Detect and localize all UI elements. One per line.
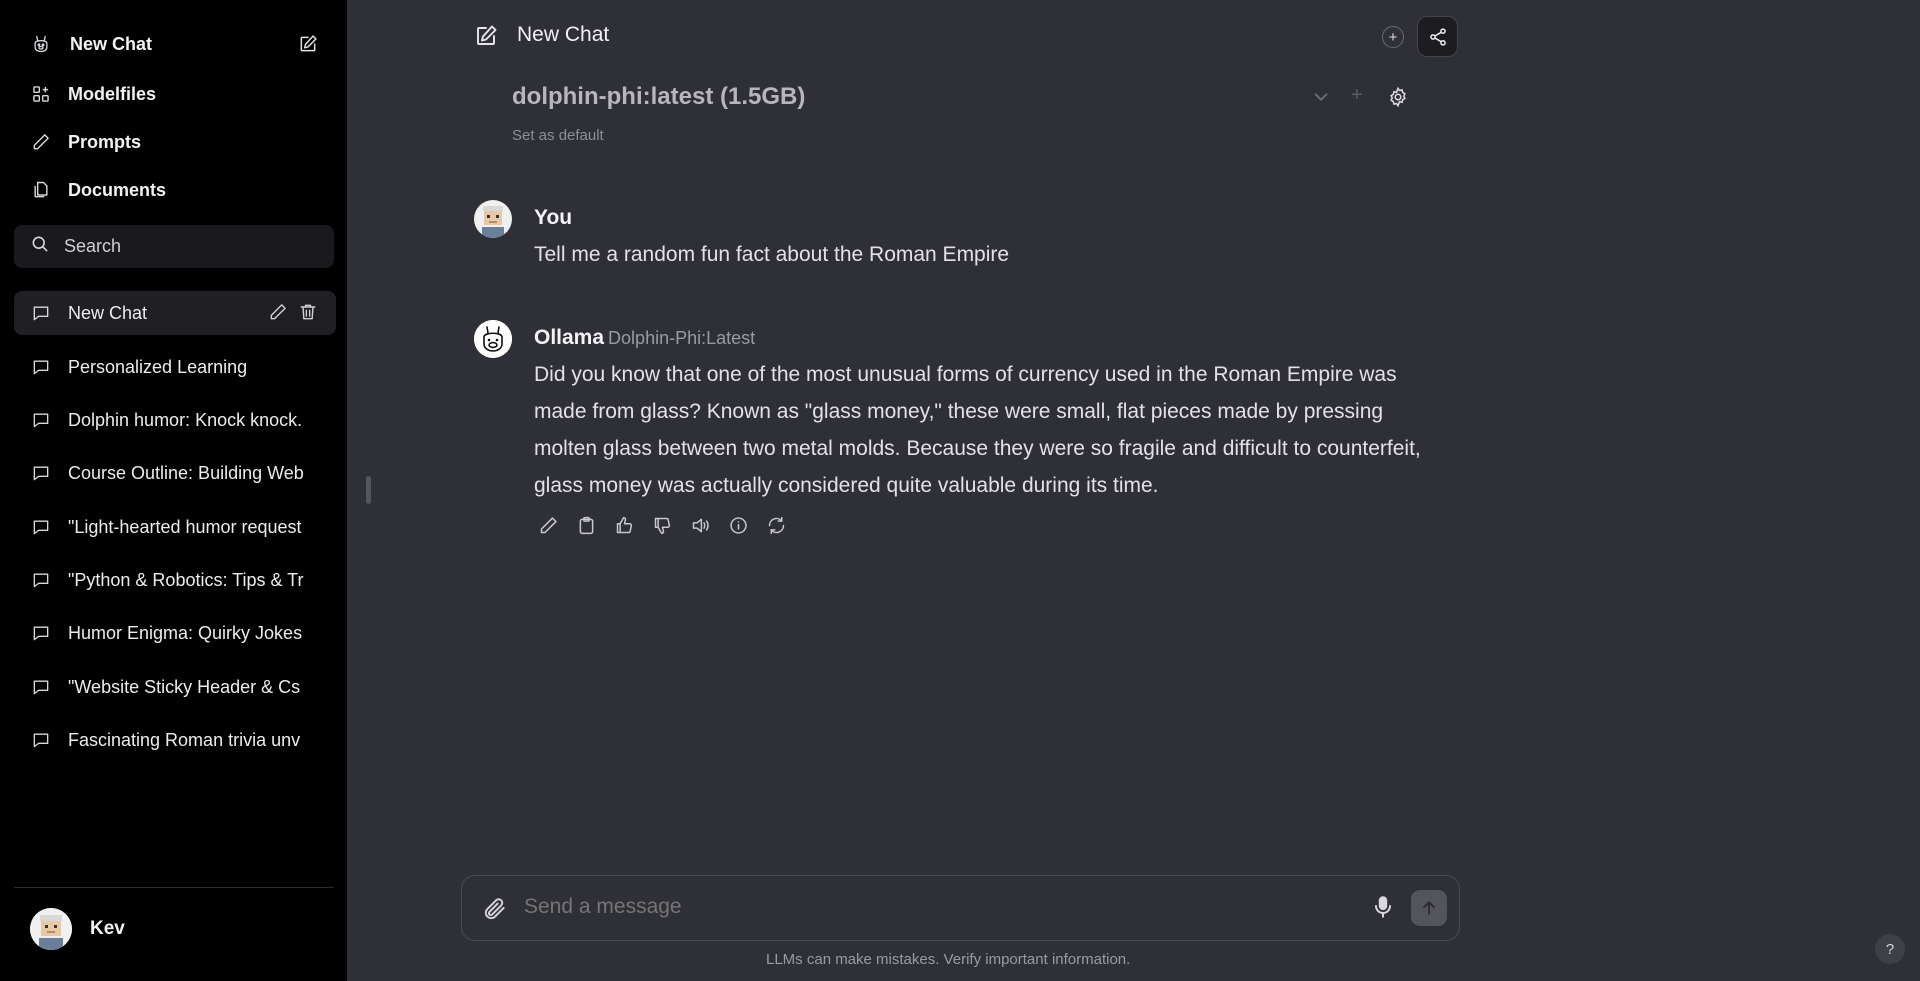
chat-item-label: "Python & Robotics: Tips & Tr [68, 569, 304, 590]
set-default-link[interactable]: Set as default [512, 127, 604, 144]
chat-item[interactable]: "Python & Robotics: Tips & Tr [14, 558, 336, 602]
chat-item[interactable]: Fascinating Roman trivia unv [14, 718, 336, 762]
sidebar-divider [14, 887, 334, 888]
chat-bubble-icon [30, 302, 52, 324]
message-input[interactable] [524, 895, 1344, 919]
assistant-name: Ollama [534, 326, 605, 349]
sidebar-resize-handle[interactable] [366, 476, 371, 504]
new-chat-label: New Chat [70, 33, 153, 54]
sidebar-item-prompts[interactable]: Prompts [14, 122, 336, 162]
chat-bubble-icon [30, 516, 52, 538]
grid-icon [30, 83, 52, 105]
sidebar-item-label: Documents [68, 179, 167, 200]
sidebar-item-label: Prompts [68, 131, 142, 152]
assistant-message-text: Did you know that one of the most unusua… [534, 356, 1454, 504]
sidebar-item-documents[interactable]: Documents [14, 170, 336, 210]
pencil-icon [30, 131, 52, 153]
chat-bubble-icon [30, 729, 52, 751]
message-line: made from glass? Known as "glass money,"… [534, 400, 1384, 423]
chat-item[interactable]: Dolphin humor: Knock knock. [14, 398, 336, 442]
model-selector[interactable]: dolphin-phi:latest (1.5GB) [512, 83, 805, 111]
new-chat-icon[interactable] [474, 24, 498, 48]
search-placeholder: Search [64, 236, 122, 256]
plus-icon[interactable]: + [1382, 26, 1404, 48]
sidebar-item-modelfiles[interactable]: Modelfiles [14, 74, 336, 114]
chat-item-label: Course Outline: Building Web [68, 462, 304, 483]
user-menu[interactable]: Kev [30, 908, 125, 950]
microphone-icon[interactable] [1370, 894, 1396, 920]
speaker-icon[interactable] [690, 515, 711, 536]
sidebar-item-label: Modelfiles [68, 83, 157, 104]
user-name: Kev [90, 918, 125, 939]
chat-item-label: New Chat [68, 302, 148, 323]
chat-item-label: Dolphin humor: Knock knock. [68, 409, 303, 430]
gear-icon[interactable] [1387, 86, 1409, 108]
chat-item-label: Fascinating Roman trivia unv [68, 729, 301, 750]
ollama-logo-icon [30, 33, 52, 55]
chat-item-label: Humor Enigma: Quirky Jokes [68, 622, 303, 643]
chat-item[interactable]: Humor Enigma: Quirky Jokes [14, 611, 336, 655]
disclaimer-text: LLMs can make mistakes. Verify important… [766, 951, 1131, 968]
paperclip-icon[interactable] [482, 896, 508, 922]
message-author: Ollama Dolphin-Phi:Latest [534, 326, 755, 350]
add-model-icon[interactable]: + [1351, 84, 1363, 107]
message-model: Dolphin-Phi:Latest [608, 328, 756, 348]
message-actions [538, 515, 787, 536]
ollama-avatar [474, 320, 512, 358]
arrow-up-icon [1423, 901, 1435, 915]
thumbs-up-icon[interactable] [614, 515, 635, 536]
message-line: Did you know that one of the most unusua… [534, 363, 1397, 386]
regenerate-icon[interactable] [766, 515, 787, 536]
chevron-down-icon[interactable] [1310, 86, 1332, 108]
documents-icon [30, 179, 52, 201]
help-button[interactable]: ? [1875, 934, 1905, 964]
chat-bubble-icon [30, 569, 52, 591]
rename-chat-icon[interactable] [268, 302, 288, 327]
chat-item[interactable]: "Light-hearted humor request [14, 505, 336, 549]
share-button[interactable] [1417, 16, 1458, 57]
chat-bubble-icon [30, 409, 52, 431]
message-composer [461, 875, 1460, 941]
chat-item[interactable]: Course Outline: Building Web [14, 451, 336, 495]
chat-item[interactable]: "Website Sticky Header & Cs [14, 665, 336, 709]
chat-item-label: "Light-hearted humor request [68, 516, 302, 537]
message-author: You [534, 206, 573, 229]
chat-bubble-icon [30, 356, 52, 378]
copy-icon[interactable] [576, 515, 597, 536]
avatar [30, 908, 72, 950]
send-button[interactable] [1411, 890, 1447, 926]
thumbs-down-icon[interactable] [652, 515, 673, 536]
chat-item-label: Personalized Learning [68, 356, 248, 377]
delete-chat-icon[interactable] [298, 302, 318, 327]
user-avatar [474, 200, 512, 238]
sidebar-new-chat-button[interactable]: New Chat [14, 24, 336, 64]
chat-item[interactable]: Personalized Learning [14, 345, 336, 389]
chat-bubble-icon [30, 462, 52, 484]
edit-icon[interactable] [538, 515, 559, 536]
chat-bubble-icon [30, 622, 52, 644]
search-input[interactable]: Search [14, 225, 334, 268]
chat-item-active[interactable]: New Chat [14, 291, 336, 335]
chat-bubble-icon [30, 676, 52, 698]
page-title: New Chat [517, 23, 610, 46]
chat-item-label: "Website Sticky Header & Cs [68, 676, 301, 697]
share-icon [1429, 27, 1446, 46]
sidebar: New Chat Modelfiles Prompts Documents Se… [0, 0, 347, 981]
message-line: molten glass between two metal molds. Be… [534, 437, 1421, 460]
info-icon[interactable] [728, 515, 749, 536]
message-line: glass money was actually considered quit… [534, 474, 1159, 497]
message-text: Tell me a random fun fact about the Roma… [534, 243, 1010, 266]
compose-icon[interactable] [298, 34, 318, 54]
search-icon [30, 234, 50, 259]
